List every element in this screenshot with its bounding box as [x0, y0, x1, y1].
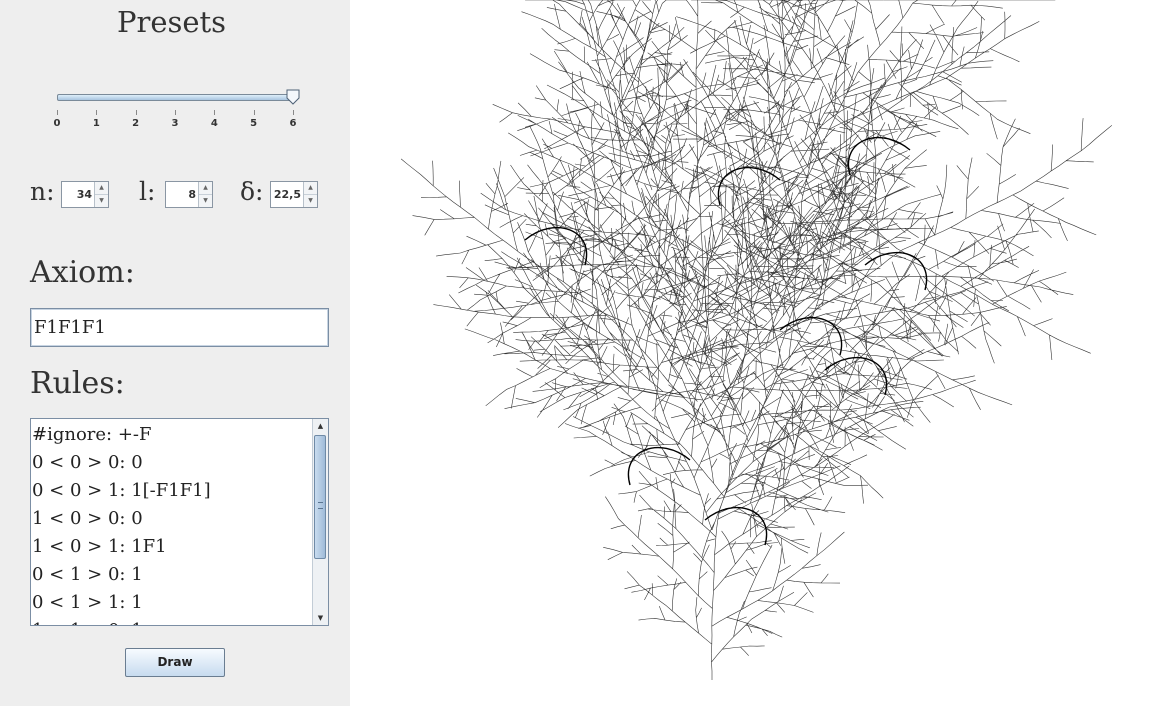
slider-tick [135, 110, 137, 115]
lsystem-plant-drawing [400, 0, 1113, 680]
scrollbar-thumb[interactable] [314, 435, 326, 559]
rule-line: 0 < 0 > 0: 0 [32, 452, 143, 473]
slider-tick-label: 0 [53, 118, 61, 129]
up-arrow-icon[interactable]: ▲ [304, 182, 317, 195]
n-value[interactable]: 34 [77, 188, 92, 201]
rule-line: #ignore: +-F [32, 424, 152, 445]
slider-tick-label: 6 [289, 118, 297, 129]
presets-slider[interactable]: 0 1 2 3 4 5 6 [50, 86, 300, 136]
slider-tick [175, 110, 176, 115]
slider-track[interactable] [57, 94, 295, 101]
down-arrow-icon[interactable]: ▼ [95, 195, 108, 207]
plant-branches [400, 0, 1113, 680]
slider-tick-label: 2 [132, 118, 140, 129]
slider-tick [214, 110, 216, 115]
n-spinner[interactable]: 34 ▲ ▼ [61, 181, 109, 208]
l-label: l: [139, 177, 156, 206]
slider-tick [57, 110, 58, 115]
delta-spinner[interactable]: 22,5 ▲ ▼ [270, 181, 318, 208]
rules-text[interactable]: #ignore: +-F 0 < 0 > 0: 0 0 < 0 > 1: 1[-F1… [32, 421, 312, 625]
scroll-down-icon[interactable]: ▼ [313, 611, 328, 625]
axiom-input[interactable]: F1F1F1 [30, 308, 329, 347]
slider-tick-label: 5 [250, 118, 258, 129]
slider-tick-label: 3 [171, 118, 179, 129]
delta-label: δ: [240, 177, 264, 206]
rule-line: 1 < 0 > 1: 1F1 [32, 536, 167, 557]
draw-button[interactable]: Draw [125, 648, 225, 677]
up-arrow-icon[interactable]: ▲ [199, 182, 212, 195]
control-panel: Presets 0123456 n: 34 ▲ ▼ l: 8 ▲ ▼ δ: 22… [0, 0, 350, 706]
rules-textarea[interactable]: #ignore: +-F 0 < 0 > 0: 0 0 < 0 > 1: 1[-F1… [30, 418, 329, 626]
plant-tendril [717, 166, 781, 206]
plant-tendril [627, 446, 691, 486]
rule-line: 1 < 0 > 0: 0 [32, 508, 143, 529]
rules-label: Rules: [30, 366, 125, 401]
slider-thumb-icon[interactable] [286, 89, 300, 105]
slider-tick-label: 1 [92, 118, 100, 129]
l-spinner[interactable]: 8 ▲ ▼ [165, 181, 213, 208]
down-arrow-icon[interactable]: ▼ [304, 195, 317, 207]
slider-tick [253, 110, 255, 115]
delta-value[interactable]: 22,5 [274, 188, 301, 201]
slider-tick [96, 110, 98, 115]
up-arrow-icon[interactable]: ▲ [95, 182, 108, 195]
slider-tick-label: 4 [210, 118, 218, 129]
scroll-up-icon[interactable]: ▲ [313, 419, 328, 433]
rule-line: 0 < 1 > 1: 1 [32, 592, 143, 613]
n-label: n: [30, 177, 55, 206]
axiom-label: Axiom: [30, 255, 135, 290]
rule-line: 0 < 1 > 0: 1 [32, 564, 143, 585]
rule-line: 0 < 0 > 1: 1[-F1F1] [32, 480, 211, 501]
down-arrow-icon[interactable]: ▼ [199, 195, 212, 207]
slider-tick [293, 110, 294, 115]
rules-scrollbar[interactable]: ▲ ▼ [312, 419, 328, 625]
drawing-canvas[interactable] [350, 0, 1149, 706]
presets-title: Presets [116, 5, 227, 39]
l-value[interactable]: 8 [188, 188, 196, 201]
rule-line: 1 < 1 > 0: 1 [32, 617, 312, 625]
